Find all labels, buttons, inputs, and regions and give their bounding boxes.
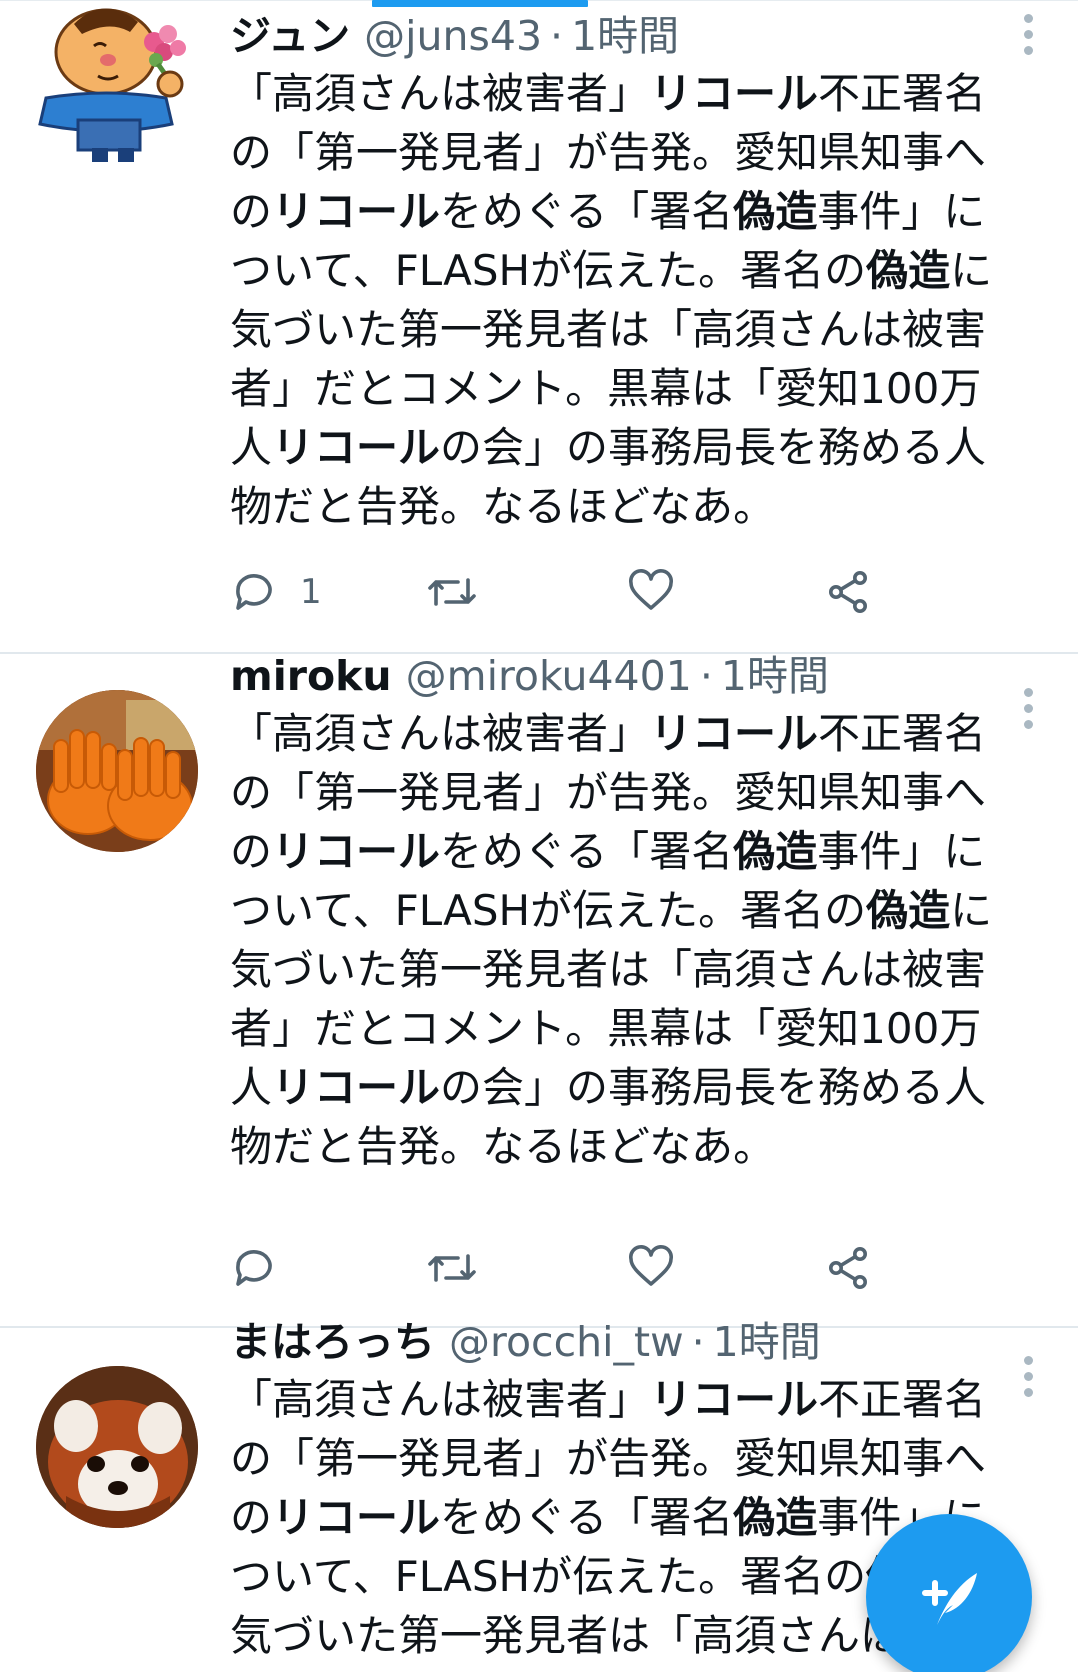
more-vertical-icon[interactable] bbox=[1016, 1352, 1040, 1400]
timestamp[interactable]: 1時間 bbox=[571, 12, 679, 60]
reply-icon bbox=[236, 574, 272, 610]
separator: · bbox=[699, 652, 713, 700]
more-vertical-icon[interactable] bbox=[1016, 10, 1040, 58]
more-vertical-icon[interactable] bbox=[1016, 684, 1040, 732]
share-button[interactable] bbox=[824, 1238, 872, 1298]
reply-icon bbox=[236, 1250, 272, 1286]
share-icon bbox=[829, 1247, 867, 1289]
tweet-text: 「高須さんは被害者」リコール不正署名の「第一発見者」が告発。愛知県知事へのリコー… bbox=[230, 704, 1016, 1176]
tweet-actions bbox=[230, 1238, 950, 1298]
tweet-card[interactable]: miroku @miroku4401 · 1時間 「高須さんは被害者」リコール不正署名… bbox=[0, 652, 1078, 1328]
avatar[interactable] bbox=[36, 690, 198, 852]
text-segment: をめぐる「署名 bbox=[440, 187, 734, 236]
timeline-screen: ジュン @juns43 · 1時間 「高須さんは被害者」リコール不正署名の「第一発見者… bbox=[0, 0, 1078, 1672]
reply-button[interactable] bbox=[230, 1238, 300, 1298]
tweet-header: ジュン @juns43 · 1時間 bbox=[230, 8, 1016, 64]
highlighted-keyword: 偽造 bbox=[733, 827, 818, 876]
display-name[interactable]: ジュン bbox=[230, 12, 350, 60]
user-handle[interactable]: @juns43 bbox=[364, 12, 542, 60]
share-icon bbox=[829, 571, 867, 613]
highlighted-keyword: リコール bbox=[272, 187, 441, 236]
separator: · bbox=[550, 12, 564, 60]
timestamp[interactable]: 1時間 bbox=[713, 1318, 821, 1366]
tweet-header: まはろっち @rocchi_tw · 1時間 bbox=[230, 1314, 1016, 1370]
retweet-icon bbox=[428, 1254, 476, 1282]
compose-tweet-icon bbox=[922, 1573, 977, 1625]
timestamp[interactable]: 1時間 bbox=[721, 652, 829, 700]
text-segment: をめぐる「署名 bbox=[440, 1493, 734, 1542]
like-button[interactable] bbox=[626, 562, 676, 622]
cartoon-man-with-flowers-avatar bbox=[36, 2, 198, 164]
separator: · bbox=[691, 1318, 705, 1366]
avatar[interactable] bbox=[36, 1366, 198, 1528]
text-segment: 「高須さんは被害者」 bbox=[230, 69, 651, 118]
retweet-button[interactable] bbox=[426, 562, 478, 622]
highlighted-keyword: リコール bbox=[272, 1493, 441, 1542]
share-button[interactable] bbox=[824, 562, 872, 622]
highlighted-keyword: リコール bbox=[650, 1375, 819, 1424]
text-segment: 「高須さんは被害者」 bbox=[230, 1375, 651, 1424]
tweet-header: miroku @miroku4401 · 1時間 bbox=[230, 648, 1016, 704]
tweet-text: 「高須さんは被害者」リコール不正署名の「第一発見者」が告発。愛知県知事へのリコー… bbox=[230, 64, 1016, 536]
retweet-button[interactable] bbox=[426, 1238, 478, 1298]
reply-count: 1 bbox=[300, 572, 322, 612]
highlighted-keyword: 偽造 bbox=[733, 187, 818, 236]
like-button[interactable] bbox=[626, 1238, 676, 1298]
highlighted-keyword: リコール bbox=[650, 69, 819, 118]
tweet-card[interactable]: ジュン @juns43 · 1時間 「高須さんは被害者」リコール不正署名の「第一発見者… bbox=[0, 0, 1078, 654]
orange-hand-chairs-avatar bbox=[36, 690, 198, 852]
compose-tweet-button[interactable] bbox=[866, 1514, 1032, 1672]
display-name[interactable]: miroku bbox=[230, 652, 392, 700]
user-handle[interactable]: @rocchi_tw bbox=[449, 1318, 684, 1366]
highlighted-keyword: 偽造 bbox=[866, 246, 951, 295]
user-handle[interactable]: @miroku4401 bbox=[406, 652, 692, 700]
avatar[interactable] bbox=[36, 2, 198, 164]
heart-icon bbox=[629, 1245, 673, 1286]
text-segment: をめぐる「署名 bbox=[440, 827, 734, 876]
highlighted-keyword: リコール bbox=[272, 1063, 441, 1112]
highlighted-keyword: 偽造 bbox=[866, 886, 951, 935]
reply-button[interactable]: 1 bbox=[230, 562, 322, 622]
text-segment: 「高須さんは被害者」 bbox=[230, 709, 651, 758]
display-name[interactable]: まはろっち bbox=[230, 1318, 435, 1366]
highlighted-keyword: リコール bbox=[272, 827, 441, 876]
highlighted-keyword: リコール bbox=[650, 709, 819, 758]
tweet-actions: 1 bbox=[230, 562, 950, 622]
red-panda-avatar bbox=[36, 1366, 198, 1528]
highlighted-keyword: リコール bbox=[272, 423, 441, 472]
retweet-icon bbox=[428, 578, 476, 606]
highlighted-keyword: 偽造 bbox=[733, 1493, 818, 1542]
heart-icon bbox=[629, 569, 673, 610]
